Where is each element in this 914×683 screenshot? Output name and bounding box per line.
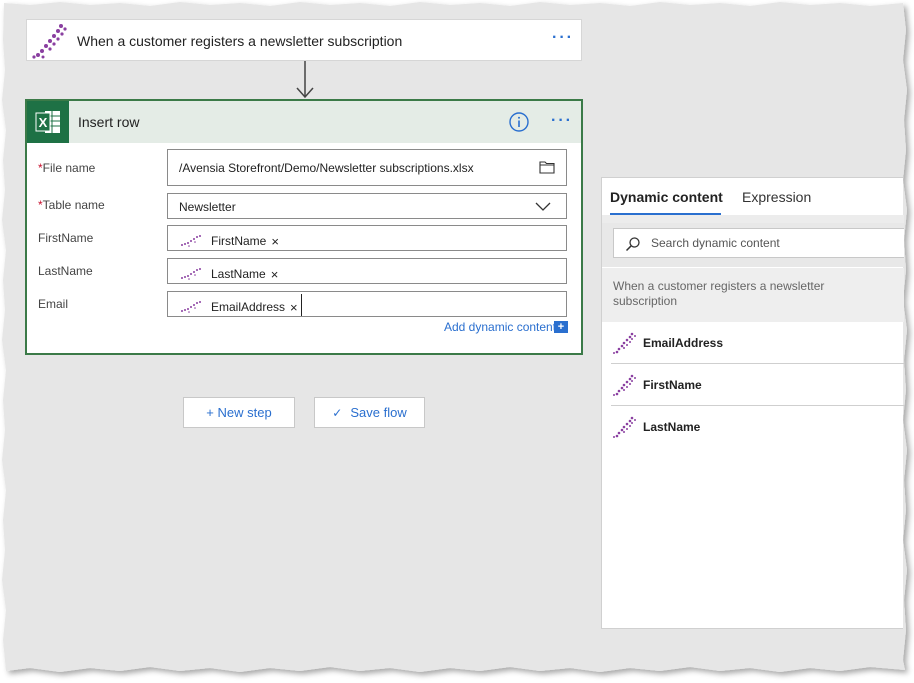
file-name-field[interactable]: /Avensia Storefront/Demo/Newsletter subs…: [167, 149, 567, 186]
tab-expression[interactable]: Expression: [742, 189, 811, 205]
dynamic-item-lastname[interactable]: LastName: [602, 406, 904, 448]
last-name-label: LastName: [38, 264, 93, 278]
new-step-button[interactable]: + New step: [183, 397, 295, 428]
info-icon[interactable]: [509, 112, 529, 132]
remove-token-icon[interactable]: ×: [271, 267, 279, 282]
text-caret: [301, 294, 302, 316]
search-icon: [625, 237, 640, 252]
email-token-label: EmailAddress: [211, 300, 286, 314]
last-name-field[interactable]: LastName ×: [167, 258, 567, 284]
chevron-down-icon: [535, 202, 551, 211]
flow-arrow-icon: [296, 61, 314, 99]
save-flow-label: Save flow: [350, 405, 407, 420]
insert-row-more-options-button[interactable]: ···: [551, 112, 573, 130]
dynamic-item-emailaddress[interactable]: EmailAddress: [602, 322, 904, 364]
table-name-value: Newsletter: [179, 200, 236, 214]
flow-designer-canvas: When a customer registers a newsletter s…: [0, 0, 914, 683]
file-name-value: /Avensia Storefront/Demo/Newsletter subs…: [179, 161, 474, 175]
dynamic-item-label: EmailAddress: [643, 336, 724, 350]
token-app-icon: [181, 268, 201, 280]
add-dynamic-content-icon[interactable]: +: [554, 321, 568, 333]
search-placeholder: Search dynamic content: [651, 236, 780, 250]
trigger-title: When a customer registers a newsletter s…: [77, 33, 403, 49]
search-dynamic-content-input[interactable]: Search dynamic content: [613, 228, 904, 258]
file-name-label: *File name: [38, 161, 95, 175]
trigger-app-icon: [32, 24, 67, 59]
checkmark-icon: ✓: [332, 405, 343, 420]
first-name-token-label: FirstName: [211, 234, 267, 248]
token-app-icon: [181, 235, 201, 247]
active-tab-indicator: [610, 213, 721, 215]
trigger-app-icon: [613, 332, 636, 354]
remove-token-icon[interactable]: ×: [271, 234, 279, 249]
email-field[interactable]: EmailAddress ×: [167, 291, 567, 317]
tab-dynamic-content[interactable]: Dynamic content: [610, 189, 723, 205]
table-name-dropdown[interactable]: Newsletter: [167, 193, 567, 219]
last-name-token[interactable]: LastName ×: [180, 263, 278, 285]
dynamic-item-firstname[interactable]: FirstName: [602, 364, 904, 406]
folder-icon[interactable]: [539, 160, 555, 174]
trigger-app-icon: [613, 416, 636, 438]
first-name-label: FirstName: [38, 231, 94, 245]
first-name-field[interactable]: FirstName ×: [167, 225, 567, 251]
first-name-token[interactable]: FirstName ×: [180, 230, 279, 252]
search-area: Search dynamic content: [602, 223, 904, 267]
insert-row-title: Insert row: [78, 114, 140, 130]
insert-row-card: X Insert row ··· *File name /Avensia Sto…: [25, 99, 583, 355]
section-header-text: When a customer registers a newsletter s…: [613, 279, 825, 308]
dynamic-item-label: FirstName: [643, 378, 702, 392]
trigger-app-icon: [613, 374, 636, 396]
add-dynamic-content-link[interactable]: Add dynamic content: [444, 320, 556, 334]
trigger-section-header: When a customer registers a newsletter s…: [602, 268, 904, 322]
remove-token-icon[interactable]: ×: [290, 300, 298, 315]
tab-divider: [602, 215, 904, 223]
save-flow-button[interactable]: ✓ Save flow: [314, 397, 425, 428]
svg-text:X: X: [39, 115, 48, 130]
insert-row-header[interactable]: X Insert row ···: [27, 101, 581, 143]
token-app-icon: [181, 301, 201, 313]
trigger-card[interactable]: When a customer registers a newsletter s…: [26, 19, 582, 61]
dynamic-item-label: LastName: [643, 420, 701, 434]
last-name-token-label: LastName: [211, 267, 266, 281]
new-step-label: + New step: [206, 405, 272, 420]
email-label: Email: [38, 297, 69, 311]
table-name-label: *Table name: [38, 198, 105, 212]
email-token[interactable]: EmailAddress ×: [180, 296, 298, 318]
table-name-label-text: Table name: [42, 198, 105, 212]
excel-icon: X: [27, 101, 69, 143]
dynamic-content-panel: Dynamic content Expression Search dynami…: [601, 177, 904, 629]
file-name-label-text: File name: [42, 161, 96, 175]
trigger-more-options-button[interactable]: ···: [552, 29, 574, 47]
